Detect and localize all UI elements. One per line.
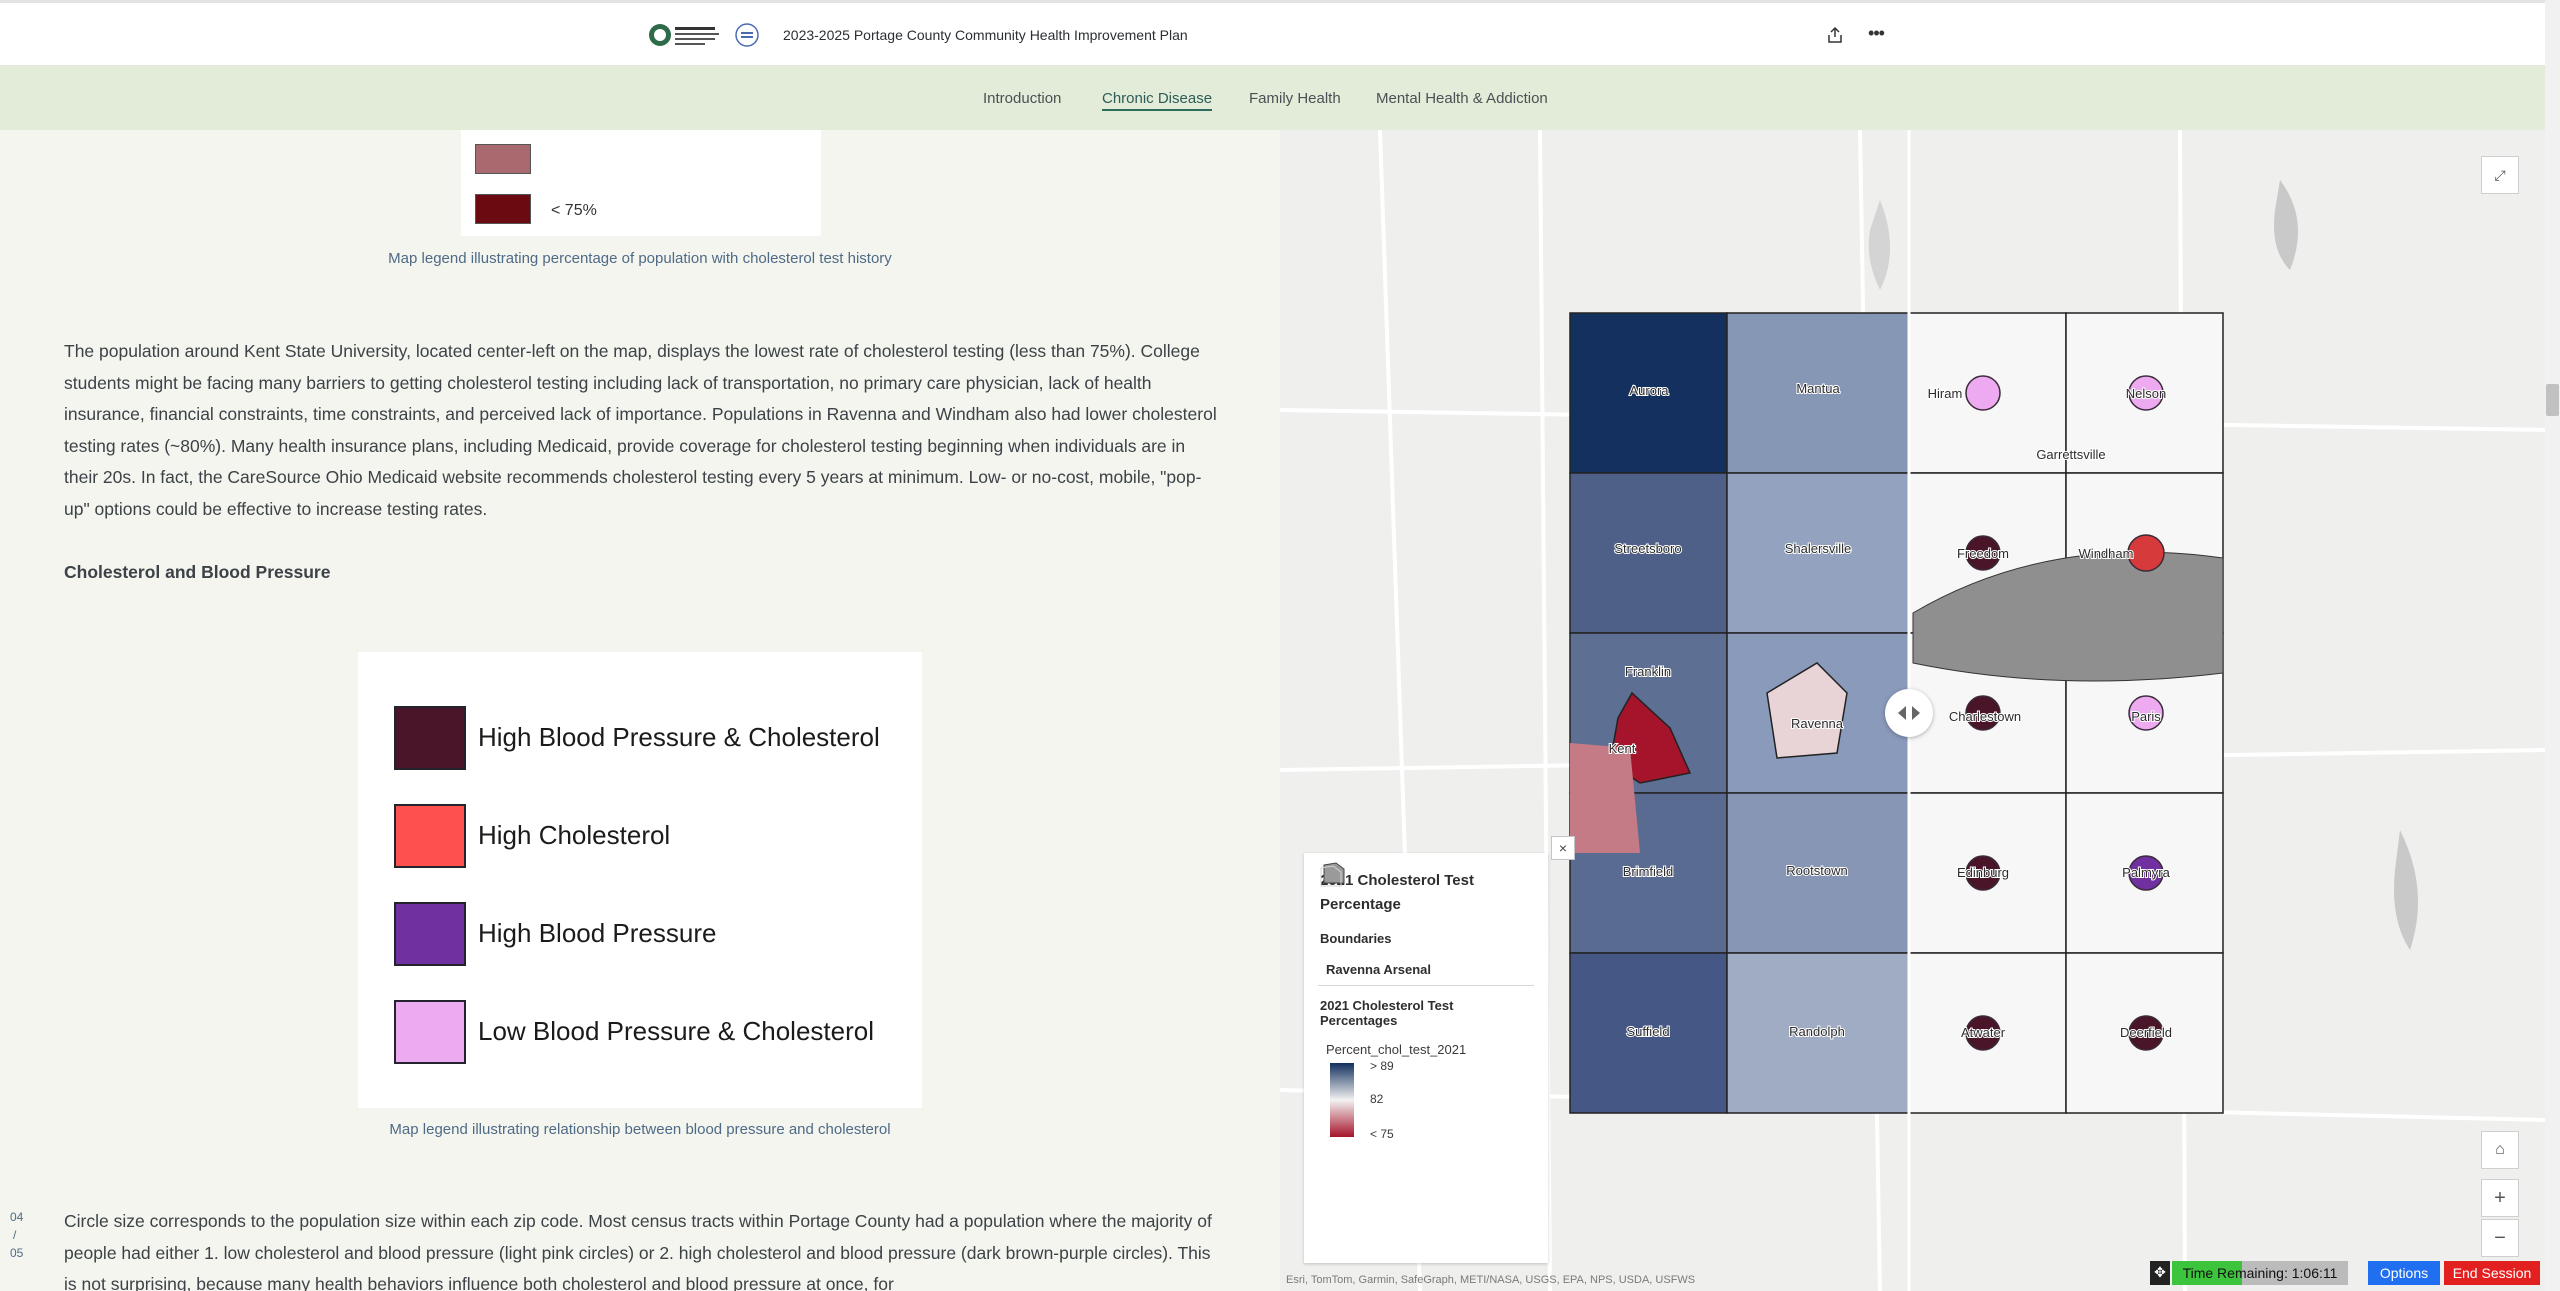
legend-color-ramp: > 89 82 < 75 bbox=[1330, 1059, 1532, 1141]
legend-row: High Blood Pressure & Cholesterol bbox=[394, 706, 914, 770]
top-header: 2023-2025 Portage County Community Healt… bbox=[0, 0, 2545, 66]
end-session-button[interactable]: End Session bbox=[2444, 1261, 2540, 1285]
nav-chronic-disease[interactable]: Chronic Disease bbox=[1102, 90, 1213, 111]
swipe-handle[interactable] bbox=[1885, 689, 1933, 737]
options-button[interactable]: Options bbox=[2368, 1261, 2440, 1285]
zoom-in-icon[interactable]: + bbox=[2481, 1179, 2519, 1217]
legend-swatch bbox=[394, 1000, 466, 1064]
township-label-randolph: Randolph bbox=[1789, 1024, 1845, 1039]
map-view[interactable]: Aurora Mantua Streetsboro Shalersville Frank… bbox=[1280, 130, 2545, 1291]
township-label-shalersville: Shalersville bbox=[1785, 541, 1851, 556]
legend-row: Low Blood Pressure & Cholesterol bbox=[394, 1000, 914, 1064]
legend-label: High Cholesterol bbox=[478, 820, 671, 850]
map-attribution: Esri, TomTom, Garmin, SafeGraph, METI/NA… bbox=[1286, 1274, 1696, 1286]
swipe-arrows-icon bbox=[1898, 706, 1920, 720]
nav-mental-health-addiction[interactable]: Mental Health & Addiction bbox=[1376, 90, 1548, 107]
legend-swatch-mid bbox=[475, 144, 531, 174]
story-title: 2023-2025 Portage County Community Healt… bbox=[783, 27, 1188, 43]
township-label-charlestown: Charlestown bbox=[1949, 709, 2021, 724]
ramp-mid-label: 82 bbox=[1370, 1092, 1384, 1106]
home-icon[interactable]: ⌂ bbox=[2481, 1131, 2519, 1169]
township-label-deerfield: Deerfield bbox=[2120, 1025, 2172, 1040]
more-options-icon[interactable]: ••• bbox=[1866, 24, 1886, 45]
zip-circle-hiram bbox=[1965, 375, 2001, 411]
legend-label-low: < 75% bbox=[551, 202, 597, 219]
layer-outline-icon bbox=[1320, 865, 1342, 887]
ramp-low-label: < 75 bbox=[1370, 1127, 1394, 1141]
township-label-franklin: Franklin bbox=[1625, 664, 1671, 679]
bp-cholesterol-legend-image: High Blood Pressure & Cholesterol High Ch… bbox=[358, 652, 922, 1108]
move-icon[interactable]: ✥ bbox=[2150, 1261, 2170, 1285]
cholesterol-test-legend-image: < 75% bbox=[461, 130, 821, 236]
legend-layer-heading: 2021 Cholesterol Test Percentages bbox=[1320, 998, 1454, 1028]
township-label-mantua: Mantua bbox=[1796, 381, 1840, 396]
township-label-edinburg: Edinburg bbox=[1957, 865, 2009, 880]
legend-swatch bbox=[394, 706, 466, 770]
legend-label: Low Blood Pressure & Cholesterol bbox=[478, 1016, 874, 1046]
scrollbar-thumb[interactable] bbox=[2546, 384, 2559, 416]
caption-bp-legend: Map legend illustrating relationship bet… bbox=[389, 1121, 891, 1138]
time-remaining: Time Remaining: 1:06:11 bbox=[2172, 1261, 2348, 1285]
time-remaining-label: Time Remaining: 1:06:11 bbox=[2182, 1265, 2338, 1281]
legend-close-icon[interactable]: × bbox=[1551, 836, 1575, 860]
narrative-panel: < 75% Map legend illustrating percentage… bbox=[0, 130, 1280, 1291]
fullscreen-icon[interactable]: ⤢ bbox=[2481, 156, 2519, 194]
township-label-brimfield: Brimfield bbox=[1623, 864, 1674, 879]
legend-field-name: Percent_chol_test_2021 bbox=[1326, 1042, 1467, 1057]
township-label-garrettsville: Garrettsville bbox=[2036, 447, 2105, 462]
nav-introduction[interactable]: Introduction bbox=[983, 90, 1061, 107]
legend-arsenal-label: Ravenna Arsenal bbox=[1326, 962, 1432, 977]
subheading-cholesterol-bp: Cholesterol and Blood Pressure bbox=[64, 562, 331, 582]
legend-row: High Cholesterol bbox=[394, 804, 914, 868]
legend-swatch bbox=[394, 902, 466, 966]
page-separator: / bbox=[13, 1228, 17, 1242]
page-total: 05 bbox=[10, 1246, 24, 1260]
health-district-logo bbox=[649, 23, 759, 47]
paragraph-circle-size: Circle size corresponds to the populatio… bbox=[64, 1211, 1212, 1291]
ramp-high-label: > 89 bbox=[1370, 1059, 1394, 1073]
legend-row: High Blood Pressure bbox=[394, 902, 914, 966]
township-label-paris: Paris bbox=[2131, 709, 2161, 724]
nav-family-health[interactable]: Family Health bbox=[1249, 90, 1341, 107]
map-legend-panel: 2021 Cholesterol Test Percentage Boundar… bbox=[1304, 853, 1548, 1263]
legend-swatch-low bbox=[475, 194, 531, 224]
township-label-nelson: Nelson bbox=[2126, 386, 2166, 401]
township-label-streetsboro: Streetsboro bbox=[1614, 541, 1681, 556]
township-label-kent: Kent bbox=[1609, 741, 1636, 756]
paragraph-kent-state: The population around Kent State Univers… bbox=[64, 341, 1217, 519]
township-label-ravenna: Ravenna bbox=[1791, 716, 1844, 731]
session-bar: ✥ Time Remaining: 1:06:11 Options End Se… bbox=[2150, 1261, 2540, 1285]
township-label-freedom: Freedom bbox=[1957, 546, 2009, 561]
legend-label: High Blood Pressure bbox=[478, 918, 717, 948]
township-label-windham: Windham bbox=[2079, 546, 2134, 561]
share-icon[interactable] bbox=[1826, 26, 1844, 44]
township-label-rootstown: Rootstown bbox=[1786, 863, 1847, 878]
township-label-suffield: Suffield bbox=[1626, 1024, 1669, 1039]
caption-cholesterol-legend: Map legend illustrating percentage of po… bbox=[388, 250, 892, 267]
legend-swatch bbox=[394, 804, 466, 868]
township-label-palmyra: Palmyra bbox=[2122, 865, 2170, 880]
legend-label: High Blood Pressure & Cholesterol bbox=[478, 722, 880, 752]
legend-title: 2021 Cholesterol Test Percentage bbox=[1320, 872, 1474, 913]
township-label-aurora: Aurora bbox=[1629, 383, 1669, 398]
township-label-hiram: Hiram bbox=[1928, 386, 1963, 401]
kent-adjacent-area bbox=[1570, 743, 1640, 853]
page-current: 04 bbox=[10, 1210, 24, 1224]
township-label-atwater: Atwater bbox=[1961, 1025, 2006, 1040]
zoom-out-icon[interactable]: − bbox=[2481, 1219, 2519, 1257]
legend-boundaries-heading: Boundaries bbox=[1320, 931, 1392, 946]
section-nav: Introduction Chronic Disease Family Heal… bbox=[0, 66, 2545, 130]
page-scrollbar[interactable] bbox=[2545, 0, 2560, 1291]
